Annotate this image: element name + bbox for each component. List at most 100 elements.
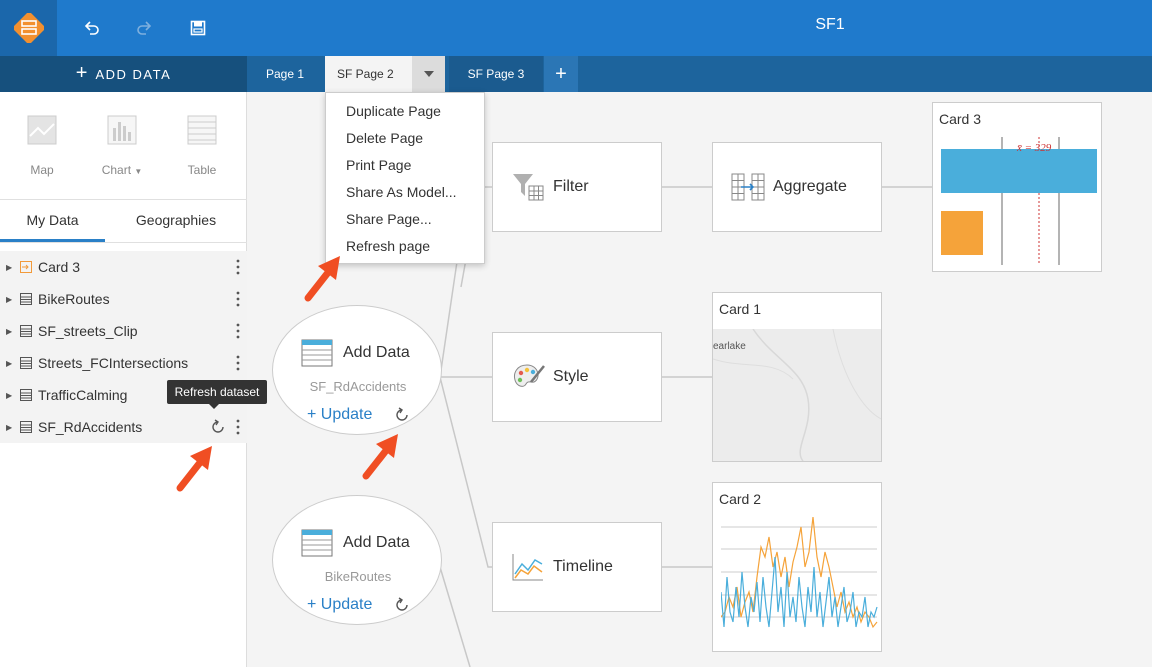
add-data-source-sf-rdaccidents[interactable]: Add Data SF_RdAccidents + Update bbox=[272, 305, 442, 435]
card-1[interactable]: Card 1 earlake bbox=[712, 292, 882, 462]
node-label: Timeline bbox=[553, 558, 613, 575]
expand-caret-icon[interactable]: ▶ bbox=[6, 359, 12, 368]
source-name: BikeRoutes bbox=[324, 569, 392, 584]
tab-page-1[interactable]: Page 1 bbox=[247, 56, 323, 92]
more-options-icon[interactable] bbox=[235, 355, 241, 371]
tab-geographies[interactable]: Geographies bbox=[105, 212, 247, 242]
page-menu-dropdown-button[interactable] bbox=[412, 56, 445, 92]
card-3-bar-chart: x̄ = 329 bbox=[941, 137, 1097, 265]
dataset-name: BikeRoutes bbox=[38, 291, 110, 307]
add-page-button[interactable]: + bbox=[544, 56, 578, 92]
card-2[interactable]: Card 2 bbox=[712, 482, 882, 652]
dataset-name: Card 3 bbox=[38, 259, 81, 275]
table-icon bbox=[301, 339, 333, 367]
table-icon bbox=[20, 357, 32, 369]
tab-label: SF Page 2 bbox=[337, 67, 394, 81]
page-tabs: Page 1 SF Page 2 SF Page 3 + bbox=[247, 56, 1152, 92]
plus-icon: + bbox=[555, 62, 567, 85]
expand-caret-icon[interactable]: ▶ bbox=[6, 423, 12, 432]
app-title: SF1 bbox=[815, 16, 845, 33]
tab-label: Page 1 bbox=[265, 67, 305, 81]
filter-icon bbox=[513, 174, 544, 201]
menu-item-duplicate-page[interactable]: Duplicate Page bbox=[326, 98, 484, 125]
table-icon bbox=[301, 529, 333, 557]
tab-label: SF Page 3 bbox=[467, 67, 525, 81]
viz-label: Chart ▼ bbox=[101, 163, 143, 177]
expand-caret-icon[interactable]: ▶ bbox=[6, 391, 12, 400]
tab-sf-page-3[interactable]: SF Page 3 bbox=[449, 56, 543, 92]
dataset-name: TrafficCalming bbox=[38, 387, 128, 403]
aggregate-node[interactable]: Aggregate bbox=[712, 142, 882, 232]
dataset-row-card-3[interactable]: ▶ Card 3 bbox=[0, 251, 247, 283]
dataset-row-sf-streets-clip[interactable]: ▶ SF_streets_Clip bbox=[0, 315, 247, 347]
dataset-row-bikeroutes[interactable]: ▶ BikeRoutes bbox=[0, 283, 247, 315]
divider bbox=[0, 199, 247, 200]
tab-my-data[interactable]: My Data bbox=[0, 212, 105, 242]
more-options-icon[interactable] bbox=[235, 259, 241, 275]
dataset-row-streets-fcintersections[interactable]: ▶ Streets_FCIntersections bbox=[0, 347, 247, 379]
divider bbox=[0, 242, 247, 243]
menu-item-print-page[interactable]: Print Page bbox=[326, 152, 484, 179]
card-3[interactable]: Card 3 x̄ = 329 bbox=[932, 102, 1102, 272]
timeline-icon bbox=[512, 554, 543, 581]
palette-icon bbox=[514, 364, 545, 387]
expand-caret-icon[interactable]: ▶ bbox=[6, 263, 12, 272]
menu-item-delete-page[interactable]: Delete Page bbox=[326, 125, 484, 152]
refresh-icon[interactable] bbox=[393, 406, 411, 424]
table-viz-button[interactable]: Table bbox=[172, 114, 232, 177]
menu-item-share-as-model[interactable]: Share As Model... bbox=[326, 179, 484, 206]
save-button[interactable] bbox=[182, 12, 214, 44]
expand-caret-icon[interactable]: ▶ bbox=[6, 327, 12, 336]
refresh-dataset-icon[interactable] bbox=[209, 418, 227, 436]
add-data-label: ADD DATA bbox=[95, 66, 172, 82]
add-data-source-bikeroutes[interactable]: Add Data BikeRoutes + Update bbox=[272, 495, 442, 625]
save-icon bbox=[190, 20, 206, 36]
dataset-name: SF_RdAccidents bbox=[38, 419, 143, 435]
viz-label: Table bbox=[187, 163, 217, 177]
source-title: Add Data bbox=[343, 344, 410, 361]
card-2-timeline-chart bbox=[721, 517, 878, 629]
update-source-button[interactable]: + Update bbox=[307, 596, 372, 614]
more-options-icon[interactable] bbox=[235, 291, 241, 307]
app-logo-button[interactable] bbox=[0, 0, 57, 56]
annotation-arrow-icon bbox=[304, 256, 340, 302]
undo-button[interactable] bbox=[76, 12, 108, 44]
table-icon bbox=[20, 421, 32, 433]
map-label: earlake bbox=[713, 341, 746, 352]
page-options-menu: Duplicate Page Delete Page Print Page Sh… bbox=[325, 92, 485, 264]
insights-logo-icon bbox=[13, 13, 44, 43]
update-source-button[interactable]: + Update bbox=[307, 406, 372, 424]
more-options-icon[interactable] bbox=[235, 323, 241, 339]
annotation-arrow-icon bbox=[176, 446, 212, 492]
table-icon bbox=[187, 115, 217, 145]
source-name: SF_RdAccidents bbox=[309, 379, 407, 394]
refresh-icon[interactable] bbox=[393, 596, 411, 614]
viz-label: Map bbox=[30, 163, 54, 177]
chevron-down-icon: ▼ bbox=[134, 167, 143, 176]
add-data-button[interactable]: + ADD DATA bbox=[0, 56, 247, 92]
dataset-row-sf-rdaccidents[interactable]: ▶ SF_RdAccidents bbox=[0, 411, 247, 443]
plus-icon: + bbox=[307, 406, 317, 423]
filter-node[interactable]: Filter bbox=[492, 142, 662, 232]
page-tab-bar: + ADD DATA Page 1 SF Page 2 SF Page 3 + bbox=[0, 56, 1152, 92]
node-label: Style bbox=[553, 368, 589, 385]
expand-caret-icon[interactable]: ▶ bbox=[6, 295, 12, 304]
source-title: Add Data bbox=[343, 534, 410, 551]
card-icon bbox=[20, 261, 32, 273]
card-title: Card 1 bbox=[719, 301, 762, 317]
dataset-name: Streets_FCIntersections bbox=[38, 355, 189, 371]
undo-icon bbox=[84, 21, 99, 35]
annotation-arrow-icon bbox=[362, 434, 398, 480]
redo-icon bbox=[137, 21, 152, 35]
plus-icon: + bbox=[75, 61, 88, 84]
menu-item-share-page[interactable]: Share Page... bbox=[326, 206, 484, 233]
map-viz-button[interactable]: Map bbox=[12, 114, 72, 177]
card-1-map: earlake bbox=[713, 329, 881, 461]
chart-viz-button[interactable]: Chart ▼ bbox=[92, 114, 152, 177]
redo-button[interactable] bbox=[128, 12, 160, 44]
aggregate-icon bbox=[731, 173, 765, 201]
style-node[interactable]: Style bbox=[492, 332, 662, 422]
plus-icon: + bbox=[307, 596, 317, 613]
timeline-node[interactable]: Timeline bbox=[492, 522, 662, 612]
more-options-icon[interactable] bbox=[235, 419, 241, 435]
